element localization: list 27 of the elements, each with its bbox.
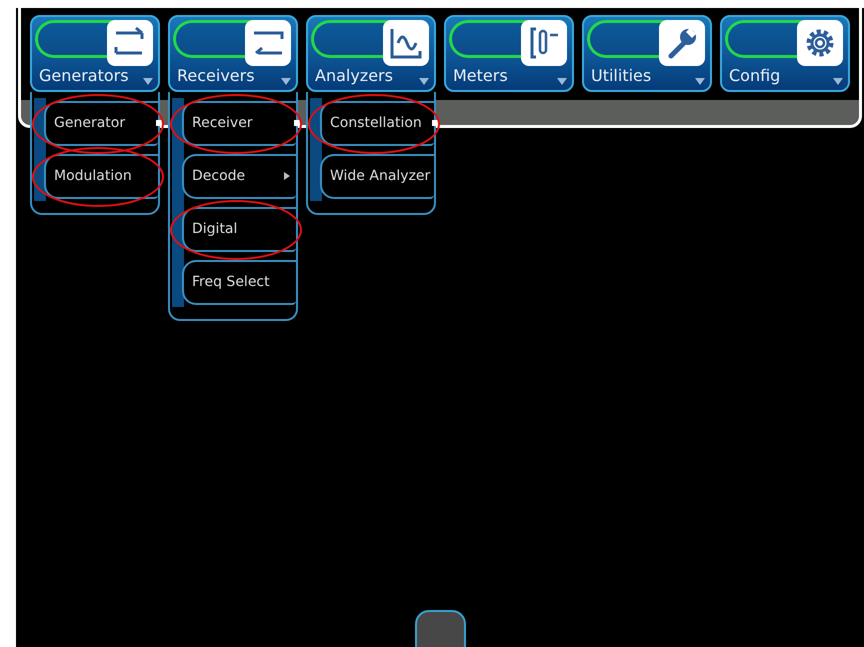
waveform-icon <box>383 20 429 66</box>
menu-item[interactable]: Wide Analyzer <box>320 154 434 199</box>
return-arrows-icon <box>245 20 291 66</box>
dropdown-caret-icon <box>695 78 705 85</box>
dropdown-caret-icon <box>833 78 843 85</box>
dropdown-caret-icon <box>557 78 567 85</box>
dropdown-caret-icon <box>419 78 429 85</box>
menu-item[interactable]: Generator <box>44 101 158 146</box>
menu-item[interactable]: Decode <box>182 154 296 199</box>
menu-item[interactable]: Receiver <box>182 101 296 146</box>
toolbar-button[interactable]: Analyzers <box>306 15 436 92</box>
wrench-icon <box>659 20 705 66</box>
menu-item[interactable]: Digital <box>182 207 296 252</box>
bottom-tab[interactable] <box>415 610 466 647</box>
toolbar-button[interactable]: Generators <box>30 15 160 92</box>
menu-item[interactable]: Modulation <box>44 154 158 199</box>
settings-icon <box>797 20 843 66</box>
menu-item[interactable]: Constellation <box>320 101 434 146</box>
toolbar-button[interactable]: Utilities <box>582 15 712 92</box>
toolbar-button[interactable]: Meters <box>444 15 574 92</box>
dropdown-caret-icon <box>143 78 153 85</box>
menu-item[interactable]: Freq Select <box>182 260 296 305</box>
toolbar-button[interactable]: Receivers <box>168 15 298 92</box>
dropdown-caret-icon <box>281 78 291 85</box>
meter-icon <box>521 20 567 66</box>
loop-arrows-icon <box>107 20 153 66</box>
toolbar-button[interactable]: Config <box>720 15 850 92</box>
